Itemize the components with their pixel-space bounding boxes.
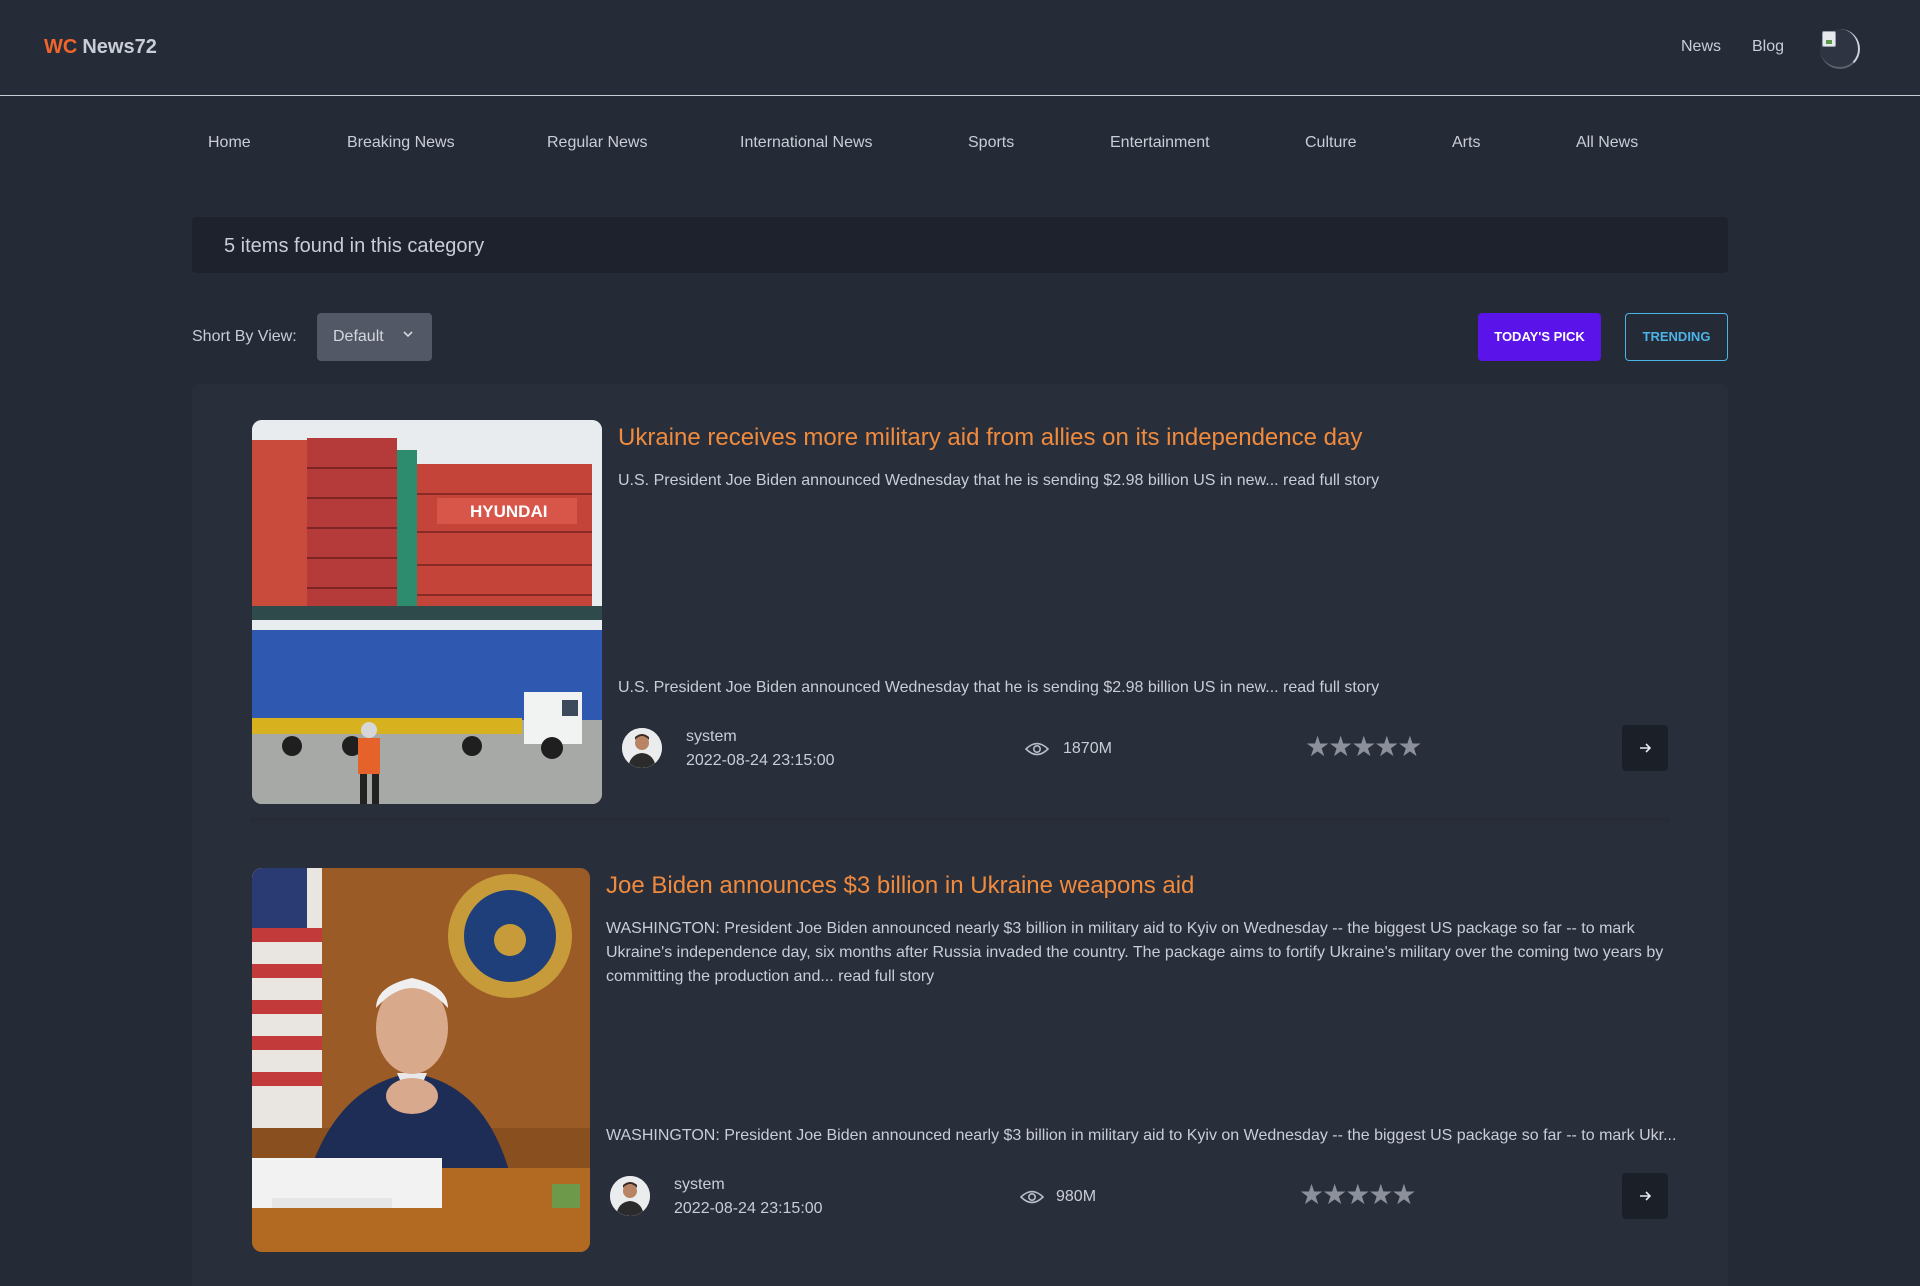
trending-button[interactable]: TRENDING bbox=[1625, 313, 1728, 361]
nav-link-news[interactable]: News bbox=[1681, 38, 1721, 56]
logo-name: News72 bbox=[82, 36, 157, 58]
broken-image-icon bbox=[1822, 31, 1836, 47]
results-count-bar: 5 items found in this category bbox=[192, 217, 1728, 273]
author-name[interactable]: system bbox=[674, 1176, 725, 1194]
article-summary: U.S. President Joe Biden announced Wedne… bbox=[618, 472, 1380, 489]
article-date: 2022-08-24 23:15:00 bbox=[674, 1200, 823, 1217]
author-name[interactable]: system bbox=[686, 728, 737, 746]
article-summary: WASHINGTON: President Joe Biden announce… bbox=[606, 920, 1664, 985]
author-avatar bbox=[622, 728, 662, 768]
chevron-down-icon bbox=[403, 331, 413, 338]
read-more-button[interactable] bbox=[1622, 725, 1668, 771]
category-international-news[interactable]: International News bbox=[740, 134, 873, 152]
star-rating[interactable]: ★★★★★ bbox=[1305, 730, 1423, 763]
site-logo[interactable]: WC News72 bbox=[44, 36, 157, 59]
view-count: 980M bbox=[1056, 1188, 1097, 1205]
arrow-right-icon bbox=[1640, 743, 1652, 753]
category-arts[interactable]: Arts bbox=[1452, 134, 1480, 152]
sort-label: Short By View: bbox=[192, 328, 297, 345]
category-breaking-news[interactable]: Breaking News bbox=[347, 134, 455, 152]
category-nav: Home Breaking News Regular News Internat… bbox=[0, 134, 1920, 158]
article-excerpt: WASHINGTON: President Joe Biden announce… bbox=[606, 1127, 1677, 1144]
article-image-president[interactable] bbox=[252, 868, 590, 1252]
category-culture[interactable]: Culture bbox=[1305, 134, 1357, 152]
category-sports[interactable]: Sports bbox=[968, 134, 1014, 152]
results-count-text: 5 items found in this category bbox=[224, 235, 485, 257]
logo-prefix: WC bbox=[44, 36, 78, 58]
card-divider bbox=[250, 818, 1670, 826]
user-avatar[interactable] bbox=[1820, 29, 1860, 69]
top-navbar: WC News72 News Blog bbox=[0, 0, 1920, 96]
container-logo-text: HYUNDAI bbox=[470, 502, 547, 521]
sort-value: Default bbox=[333, 328, 384, 345]
arrow-right-icon bbox=[1640, 1191, 1652, 1201]
author-avatar bbox=[610, 1176, 650, 1216]
eye-icon bbox=[1025, 742, 1049, 756]
eye-icon bbox=[1020, 1190, 1044, 1204]
category-all-news[interactable]: All News bbox=[1576, 134, 1638, 152]
article-excerpt: U.S. President Joe Biden announced Wedne… bbox=[618, 679, 1380, 696]
star-rating[interactable]: ★★★★★ bbox=[1299, 1178, 1417, 1211]
nav-link-blog[interactable]: Blog bbox=[1752, 38, 1784, 56]
category-home[interactable]: Home bbox=[208, 134, 251, 152]
todays-pick-button[interactable]: TODAY'S PICK bbox=[1478, 313, 1601, 361]
article-image-shipping-containers[interactable]: HYUNDAI bbox=[252, 420, 602, 804]
article-title[interactable]: Joe Biden announces $3 billion in Ukrain… bbox=[606, 872, 1194, 900]
read-more-button[interactable] bbox=[1622, 1173, 1668, 1219]
article-date: 2022-08-24 23:15:00 bbox=[686, 752, 835, 769]
category-entertainment[interactable]: Entertainment bbox=[1110, 134, 1210, 152]
article-title[interactable]: Ukraine receives more military aid from … bbox=[618, 424, 1362, 452]
category-regular-news[interactable]: Regular News bbox=[547, 134, 647, 152]
view-count: 1870M bbox=[1063, 740, 1112, 757]
sort-select[interactable]: Default bbox=[317, 313, 432, 361]
